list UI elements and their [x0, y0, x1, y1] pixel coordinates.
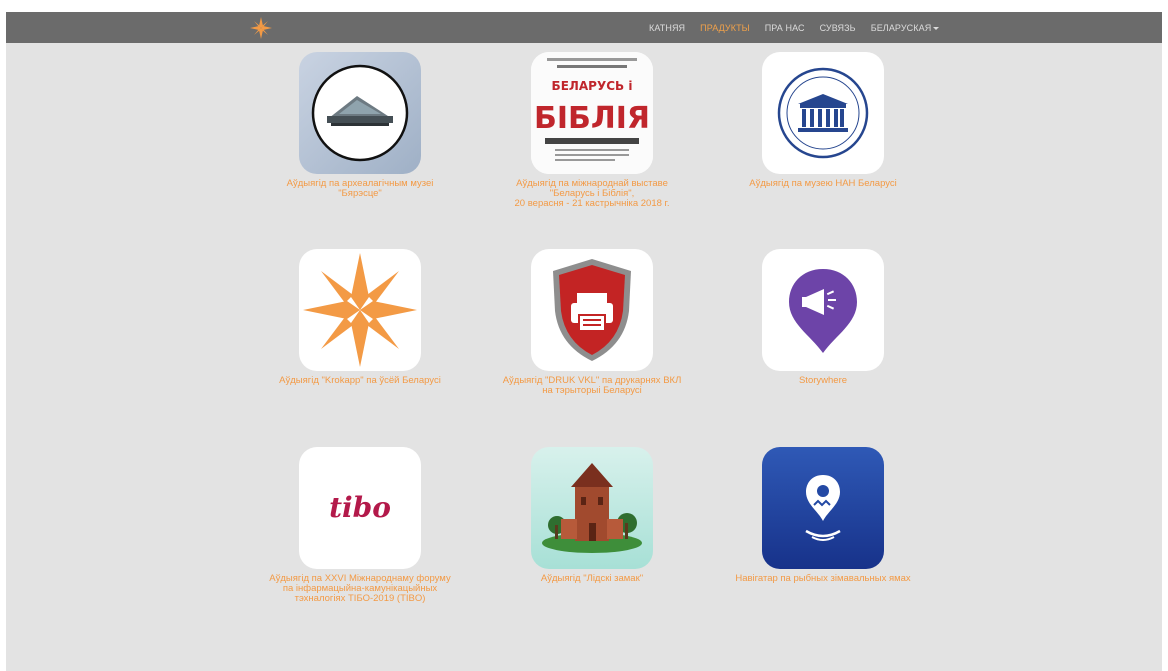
printer-shield-icon	[531, 249, 653, 371]
product-card-museum-beresce[interactable]: Аўдыягід па археалагічным музеі "Бярэсце…	[250, 52, 470, 199]
product-card-fish-navigator[interactable]: Навігатар па рыбных зімавальных ямах	[713, 447, 933, 584]
nav-item-language[interactable]: БЕЛАРУСКАЯ	[871, 23, 940, 33]
product-card-lida-castle[interactable]: Аўдыягід "Лідскі замак"	[482, 447, 702, 584]
product-caption: Аўдыягід па музею НАН Беларусі	[713, 179, 933, 189]
nav-item-home[interactable]: КАТНЯЯ	[649, 23, 685, 33]
fish-location-icon	[762, 447, 884, 569]
product-card-storywhere[interactable]: Storywhere	[713, 249, 933, 386]
caption-line: Аўдыягід па музею НАН Беларусі	[749, 178, 897, 189]
product-card-druk-vkl[interactable]: Аўдыягід "DRUK VKL" па друкарнях ВКЛ на …	[482, 249, 702, 396]
caption-line: Аўдыягід "Лідскі замак"	[540, 573, 644, 584]
caption-line: на тэрыторыі Беларусі	[542, 385, 642, 396]
caption-line: Навігатар па рыбных зімавальных ямах	[735, 573, 911, 584]
caption-line: тэхналогіях ТІБО-2019 (TIBO)	[294, 593, 426, 604]
product-card-krokapp[interactable]: Аўдыягід "Krokapp" па ўсёй Беларусі	[250, 249, 470, 386]
main-nav: КАТНЯЯ ПРАДУКТЫ ПРА НАС СУВЯЗЬ БЕЛАРУСКА…	[649, 12, 954, 43]
caption-line: Аўдыягід "Krokapp" па ўсёй Беларусі	[279, 375, 441, 386]
caption-line: "Бярэсце"	[338, 188, 382, 199]
poster-line1: БЕЛАРУСЬ і	[552, 79, 633, 93]
product-card-academy-museum[interactable]: Аўдыягід па музею НАН Беларусі	[713, 52, 933, 189]
product-caption: Аўдыягід па міжнароднай выставе "Беларус…	[482, 179, 702, 209]
product-caption: Аўдыягід "Krokapp" па ўсёй Беларусі	[250, 376, 470, 386]
caret-down-icon	[933, 26, 940, 30]
book-poster-icon: БЕЛАРУСЬ і БІБЛІЯ	[531, 52, 653, 174]
nav-item-products[interactable]: ПРАДУКТЫ	[700, 23, 750, 33]
top-navbar: КАТНЯЯ ПРАДУКТЫ ПРА НАС СУВЯЗЬ БЕЛАРУСКА…	[6, 12, 1162, 43]
product-caption: Аўдыягід "Лідскі замак"	[482, 574, 702, 584]
product-card-belarus-bible[interactable]: БЕЛАРУСЬ і БІБЛІЯ Аўдыягід па міжнародна…	[482, 52, 702, 209]
castle-tower-icon	[531, 447, 653, 569]
tibo-logo-text: tibo	[329, 491, 391, 524]
product-caption: Storywhere	[713, 376, 933, 386]
museum-building-icon	[299, 52, 421, 174]
krokapp-star-icon	[299, 249, 421, 371]
nav-item-contact[interactable]: СУВЯЗЬ	[820, 23, 856, 33]
caption-line: 20 верасня - 21 кастрычніка 2018 г.	[514, 198, 670, 209]
megaphone-pin-icon	[762, 249, 884, 371]
caption-line: Storywhere	[798, 375, 848, 386]
product-caption: Аўдыягід па археалагічным музеі "Бярэсце…	[250, 179, 470, 199]
poster-line2: БІБЛІЯ	[534, 101, 650, 136]
academy-emblem-icon	[762, 52, 884, 174]
language-label: БЕЛАРУСКАЯ	[870, 22, 932, 33]
logo-star-icon[interactable]	[249, 16, 273, 40]
page: КАТНЯЯ ПРАДУКТЫ ПРА НАС СУВЯЗЬ БЕЛАРУСКА…	[6, 12, 1162, 671]
product-caption: Аўдыягід "DRUK VKL" па друкарнях ВКЛ на …	[482, 376, 702, 396]
nav-item-about[interactable]: ПРА НАС	[765, 23, 805, 33]
product-caption: Аўдыягід па XXVI Міжнароднаму форуму па …	[250, 574, 470, 604]
tibo-logo-icon: tibo	[299, 447, 421, 569]
product-caption: Навігатар па рыбных зімавальных ямах	[713, 574, 933, 584]
product-card-tibo[interactable]: tibo Аўдыягід па XXVI Міжнароднаму форум…	[250, 447, 470, 604]
